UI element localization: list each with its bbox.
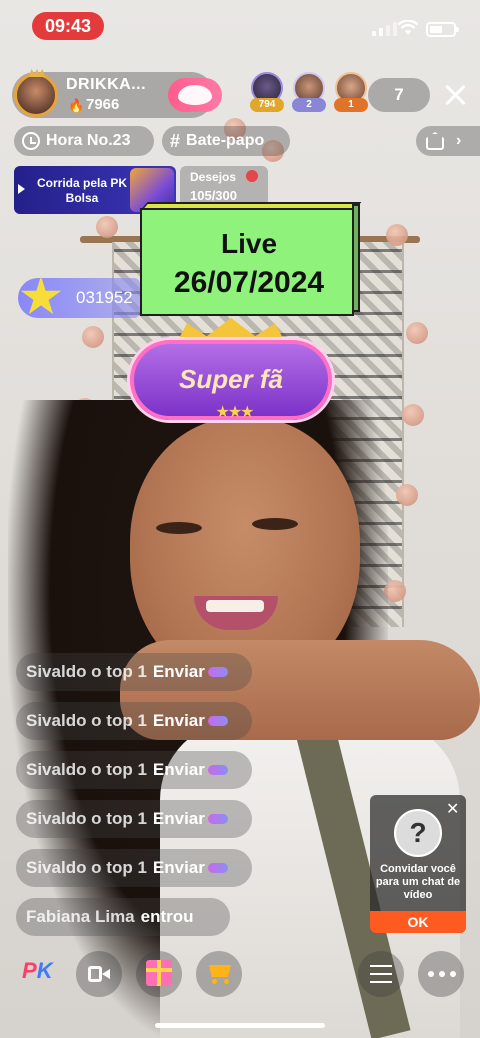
sticker-icon: [207, 814, 228, 824]
video-call-button[interactable]: [76, 951, 122, 997]
question-avatar-icon: ?: [394, 809, 442, 857]
string-light: [82, 326, 104, 348]
video-call-icon: [88, 964, 110, 984]
super-fan-badge: Super fã ★★★: [130, 340, 332, 421]
clock-icon: [22, 132, 40, 150]
star-icon: [20, 276, 62, 315]
sticker-icon: [207, 765, 228, 775]
comment-message: Enviar: [152, 809, 205, 828]
play-icon: [18, 184, 25, 194]
string-light: [402, 404, 424, 426]
person-eye: [252, 518, 298, 530]
status-clock: 09:43: [32, 12, 104, 40]
pk-logo-p: P: [22, 958, 37, 983]
chevron-right-icon: ›: [456, 132, 462, 149]
top-viewer-1[interactable]: 794: [248, 72, 286, 114]
comment-user: Sivaldo o top 1: [26, 662, 147, 681]
hourly-rank-chip[interactable]: Hora No.23: [14, 126, 154, 156]
house-icon: [426, 132, 444, 150]
flame-icon: 🔥: [68, 98, 85, 113]
hamburger-menu-icon: [370, 965, 392, 983]
battery-icon: [426, 22, 459, 37]
top-viewers-list: 794 2 1: [248, 72, 370, 114]
live-sign-line1: Live: [220, 228, 278, 259]
string-light: [386, 224, 408, 246]
heart-cloud-icon: [178, 85, 212, 105]
home-indicator[interactable]: [155, 1023, 325, 1028]
comment-message: Enviar: [152, 858, 205, 877]
comment-user: Sivaldo o top 1: [26, 858, 147, 877]
status-bar: 09:43: [0, 0, 480, 50]
viewer-rank-badge: 1: [334, 98, 368, 112]
stars-icon: ★★★: [215, 404, 254, 421]
host-avatar[interactable]: [14, 73, 58, 117]
invite-ok-button[interactable]: OK: [370, 911, 466, 933]
comment-message: entrou: [140, 907, 194, 926]
viewer-count-button[interactable]: 7: [368, 78, 430, 112]
person-teeth: [206, 600, 264, 612]
comment-message: Enviar: [152, 711, 205, 730]
topic-label: Bate-papo: [186, 132, 265, 149]
close-icon[interactable]: [442, 82, 470, 110]
person-eye: [156, 522, 202, 534]
chat-comment[interactable]: Sivaldo o top 1 Enviar: [16, 702, 252, 740]
viewer-rank-badge: 794: [250, 98, 284, 112]
live-date-sign: Live 26/07/2024: [140, 208, 354, 316]
cellular-signal-icon: [372, 22, 397, 36]
top-viewer-3[interactable]: 1: [332, 72, 370, 114]
sticker-icon: [207, 863, 228, 873]
wifi-icon: [398, 20, 418, 35]
string-light: [396, 484, 418, 506]
chat-comment[interactable]: Sivaldo o top 1 Enviar: [16, 800, 252, 838]
topic-chip[interactable]: # Bate-papo: [162, 126, 290, 156]
string-light: [96, 216, 118, 238]
video-chat-invite-card: ✕ ? Convidar você para um chat de vídeo …: [370, 795, 466, 933]
sticker-icon: [207, 716, 228, 726]
sticker-icon: [207, 667, 228, 677]
close-icon[interactable]: ✕: [446, 799, 459, 819]
wishes-label: Desejos: [190, 170, 237, 184]
super-fan-label: Super fã: [178, 364, 284, 394]
cart-icon: [206, 963, 232, 984]
comment-user: Sivaldo o top 1: [26, 760, 147, 779]
pk-event-title: Corrida pela PK Bolsa: [36, 176, 128, 205]
gift-button[interactable]: [136, 951, 182, 997]
room-shortcut-chip[interactable]: ›: [416, 126, 480, 156]
chat-comment[interactable]: Sivaldo o top 1 Enviar: [16, 849, 252, 887]
chat-comment[interactable]: Fabiana Lima entrou: [16, 898, 230, 936]
wishes-widget[interactable]: Desejos 105/300: [180, 166, 268, 206]
shop-cart-button[interactable]: [196, 951, 242, 997]
comment-user: Sivaldo o top 1: [26, 711, 147, 730]
chat-comment[interactable]: Sivaldo o top 1 Enviar: [16, 653, 252, 691]
top-viewer-2[interactable]: 2: [290, 72, 328, 114]
viewer-entry-banner: 031952: [18, 276, 140, 318]
wishes-progress: 105/300: [190, 188, 237, 203]
pk-logo-k: K: [36, 958, 53, 983]
comment-user: Fabiana Lima: [26, 907, 135, 926]
host-name: DRIKKA...: [66, 76, 147, 93]
hourly-rank-label: Hora No.23: [46, 132, 131, 149]
host-profile-pill[interactable]: DRIKKA... 🔥 7966: [12, 72, 222, 118]
follow-button[interactable]: [168, 78, 222, 112]
host-like-count: 7966: [86, 96, 120, 113]
invite-text: Convidar você para um chat de vídeo: [375, 863, 461, 901]
rose-icon: [246, 170, 258, 182]
more-dots-icon: [428, 971, 456, 977]
more-options-button[interactable]: [418, 951, 464, 997]
comment-message: Enviar: [152, 760, 205, 779]
chat-comment[interactable]: Sivaldo o top 1 Enviar: [16, 751, 252, 789]
viewer-entry-id: 031952: [76, 288, 133, 307]
viewer-rank-badge: 2: [292, 98, 326, 112]
comment-message: Enviar: [152, 662, 205, 681]
pk-battle-button[interactable]: PK: [22, 958, 53, 984]
menu-button[interactable]: [358, 951, 404, 997]
string-light: [406, 322, 428, 344]
hashtag-icon: #: [170, 130, 181, 151]
comment-user: Sivaldo o top 1: [26, 809, 147, 828]
gift-icon: [146, 960, 172, 986]
live-sign-date: 26/07/2024: [173, 266, 325, 299]
